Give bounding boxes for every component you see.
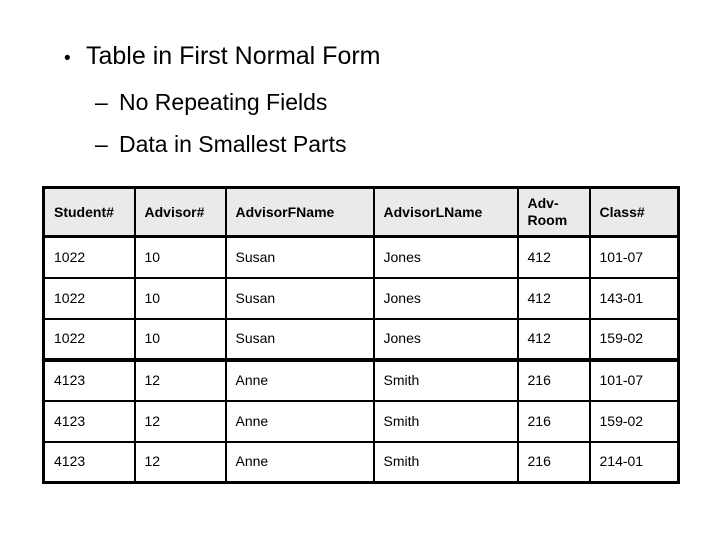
cell-advisor-last-name: Jones (373, 318, 519, 362)
cell-advisor-number: 10 (134, 318, 227, 362)
cell-advisor-last-name: Jones (373, 277, 519, 320)
bullet-item-level2-data-in-smallest-parts: – Data in Smallest Parts (0, 130, 720, 158)
cell-advisor-first-name: Susan (225, 236, 375, 279)
column-header-student-number: Student# (43, 187, 136, 238)
cell-advisor-last-name: Smith (373, 441, 519, 483)
table-row: 4123 12 Anne Smith 216 101-07 (43, 359, 679, 402)
table-row: 1022 10 Susan Jones 412 159-02 (43, 318, 679, 362)
cell-class-number: 159-02 (589, 318, 679, 362)
column-header-advisor-number: Advisor# (134, 187, 227, 238)
column-header-advisor-first-name: AdvisorFName (225, 187, 375, 238)
cell-advisor-room: 412 (517, 236, 591, 279)
cell-advisor-room: 412 (517, 277, 591, 320)
column-header-advisor-room: Adv-Room (517, 187, 591, 238)
bullet-marker-dash: – (95, 89, 108, 115)
bullet-marker-dash: – (95, 131, 108, 157)
cell-advisor-last-name: Smith (373, 400, 519, 443)
cell-advisor-number: 12 (134, 359, 227, 402)
column-header-class-number: Class# (589, 187, 679, 238)
table-row: 1022 10 Susan Jones 412 143-01 (43, 277, 679, 320)
cell-advisor-number: 10 (134, 277, 227, 320)
cell-advisor-room: 412 (517, 318, 591, 362)
cell-advisor-first-name: Susan (225, 318, 375, 362)
cell-advisor-room: 216 (517, 400, 591, 443)
cell-class-number: 159-02 (589, 400, 679, 443)
cell-advisor-first-name: Anne (225, 441, 375, 483)
cell-advisor-first-name: Anne (225, 359, 375, 402)
cell-advisor-room: 216 (517, 359, 591, 402)
table-header-row: Student# Advisor# AdvisorFName AdvisorLN… (43, 187, 679, 238)
cell-advisor-first-name: Anne (225, 400, 375, 443)
table-row: 1022 10 Susan Jones 412 101-07 (43, 236, 679, 279)
bullet-marker-dot: • (64, 48, 71, 69)
cell-student-number: 4123 (43, 441, 136, 483)
table-row: 4123 12 Anne Smith 216 214-01 (43, 441, 679, 483)
cell-class-number: 143-01 (589, 277, 679, 320)
normalization-table-container: Student# Advisor# AdvisorFName AdvisorLN… (42, 186, 680, 484)
slide-content-area: • Table in First Normal Form – No Repeat… (0, 0, 720, 484)
cell-class-number: 101-07 (589, 236, 679, 279)
table-body: 1022 10 Susan Jones 412 101-07 1022 10 S… (43, 236, 679, 483)
first-normal-form-table: Student# Advisor# AdvisorFName AdvisorLN… (42, 186, 680, 484)
cell-advisor-number: 10 (134, 236, 227, 279)
cell-student-number: 4123 (43, 359, 136, 402)
table-header: Student# Advisor# AdvisorFName AdvisorLN… (43, 187, 679, 238)
bullet-text-data-in-smallest-parts: Data in Smallest Parts (119, 131, 347, 157)
cell-advisor-number: 12 (134, 400, 227, 443)
cell-advisor-first-name: Susan (225, 277, 375, 320)
cell-class-number: 214-01 (589, 441, 679, 483)
cell-advisor-room: 216 (517, 441, 591, 483)
cell-student-number: 4123 (43, 400, 136, 443)
bullet-text-table-in-first-normal-form: Table in First Normal Form (86, 42, 381, 70)
cell-student-number: 1022 (43, 236, 136, 279)
cell-advisor-last-name: Jones (373, 236, 519, 279)
column-header-advisor-last-name: AdvisorLName (373, 187, 519, 238)
cell-advisor-number: 12 (134, 441, 227, 483)
table-row: 4123 12 Anne Smith 216 159-02 (43, 400, 679, 443)
bullet-list: • Table in First Normal Form – No Repeat… (0, 41, 720, 158)
cell-class-number: 101-07 (589, 359, 679, 402)
bullet-item-level2-no-repeating-fields: – No Repeating Fields (0, 88, 720, 116)
cell-student-number: 1022 (43, 277, 136, 320)
bullet-text-no-repeating-fields: No Repeating Fields (119, 89, 328, 115)
bullet-item-level1: • Table in First Normal Form (0, 41, 720, 74)
cell-student-number: 1022 (43, 318, 136, 362)
cell-advisor-last-name: Smith (373, 359, 519, 402)
